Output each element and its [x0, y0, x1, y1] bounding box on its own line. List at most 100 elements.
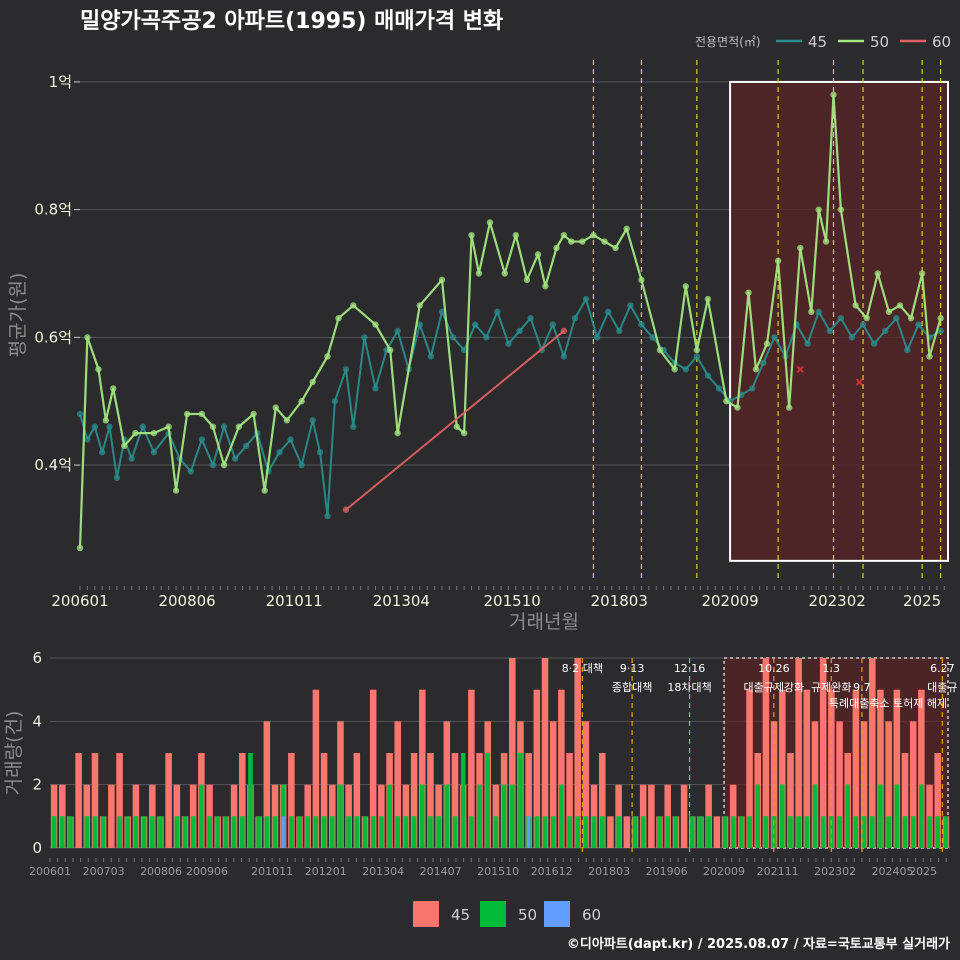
policy-annotation-date: 6.27 [930, 662, 955, 675]
data-point-50 [542, 283, 549, 290]
bar-50 [149, 816, 155, 848]
x-tick-label: 202009 [701, 592, 758, 610]
bar-x-tick-label: 201906 [646, 865, 688, 878]
bar-50 [632, 816, 638, 848]
data-point-50 [534, 251, 542, 258]
x-tick-label: 200806 [158, 592, 215, 610]
data-point-45 [91, 423, 98, 430]
data-point-50 [874, 270, 882, 277]
bar-50 [575, 816, 581, 848]
chart-stage: 밀양가곡주공2 아파트(1995) 매매가격 변화 0.4억 0.6억 0.8억 1억… [0, 0, 960, 960]
bar-50 [542, 816, 548, 848]
data-point-45 [826, 327, 834, 335]
data-point-50 [350, 302, 357, 309]
data-point-45 [527, 314, 534, 322]
bar-50 [403, 816, 409, 848]
bar-x-tick-label: 201612 [531, 865, 573, 878]
bar-50 [444, 784, 450, 848]
data-point-50 [822, 238, 830, 245]
bar-60 [527, 816, 531, 848]
bar-y-axis-title: 거래량(건) [3, 711, 25, 796]
data-point-45 [859, 321, 867, 328]
data-point-50 [553, 244, 560, 252]
data-point-45 [627, 302, 634, 309]
data-point-50 [797, 244, 804, 252]
data-point-45 [106, 423, 113, 430]
bar-50 [894, 784, 900, 848]
bar-50 [665, 816, 671, 848]
data-point-50 [926, 353, 933, 360]
data-point-50 [852, 302, 859, 309]
bar-x-tick-label: 200703 [83, 865, 125, 878]
price-chart-svg: 밀양가곡주공2 아파트(1995) 매매가격 변화 0.4억 0.6억 0.8억 1억… [0, 0, 960, 960]
data-point-50 [907, 314, 915, 322]
bar-x-tick-label: 201011 [251, 865, 293, 878]
bar-legend-label-45: 45 [451, 906, 470, 924]
data-point-45 [76, 410, 84, 418]
data-point-50 [671, 366, 678, 373]
data-point-50 [438, 276, 446, 284]
data-point-50 [372, 321, 379, 328]
bar-50 [706, 816, 711, 848]
bar-50 [370, 816, 376, 848]
bar-45 [680, 784, 688, 848]
bar-legend-swatch-45 [413, 901, 439, 927]
policy-annotation-name: 규제완화 [811, 681, 851, 694]
data-point-50 [250, 410, 257, 418]
bar-50 [68, 816, 73, 848]
data-point-45 [198, 436, 206, 443]
bar-50 [313, 816, 319, 848]
bar-50 [640, 816, 646, 848]
policy-annotation-date: 12·16 [674, 662, 706, 675]
bar-50 [92, 816, 98, 848]
bar-50 [935, 816, 941, 848]
data-point-50 [512, 231, 520, 239]
bar-50 [788, 816, 793, 848]
bar-50 [657, 816, 662, 848]
policy-annotation-extra: 특례대출축소 토허제 해제 [829, 696, 947, 710]
bar-x-tick-label: 202111 [757, 865, 799, 878]
x-tick-label: 201304 [373, 592, 430, 610]
bar-45 [607, 816, 614, 848]
bar-y-tick-label: 6 [32, 649, 42, 667]
bar-50 [869, 816, 875, 848]
bar-50 [599, 816, 605, 848]
data-point-45 [316, 449, 324, 456]
data-point-50 [261, 487, 268, 494]
bar-50 [812, 784, 818, 848]
bar-50 [264, 816, 270, 848]
bar-50 [100, 816, 106, 848]
bar-50 [779, 784, 785, 848]
bar-50 [158, 816, 163, 848]
bar-50 [436, 816, 441, 848]
bar-legend-swatch-50 [480, 901, 506, 927]
data-point-50 [937, 314, 944, 322]
bar-50 [689, 816, 695, 848]
data-point-50 [394, 429, 401, 437]
bar-45 [623, 816, 631, 848]
y-tick-label: 0.4억 [34, 456, 72, 474]
data-point-45 [483, 334, 490, 341]
data-point-45 [128, 455, 135, 462]
legend-label-45: 45 [808, 33, 827, 51]
data-point-50 [132, 429, 139, 437]
data-point-50 [590, 231, 597, 239]
bar-50 [469, 816, 474, 848]
bar-50 [845, 784, 851, 848]
bar-y-tick-label: 4 [32, 712, 42, 730]
data-point-45 [882, 327, 889, 335]
bar-50 [297, 816, 302, 848]
data-point-50 [110, 385, 117, 392]
policy-annotation-name: 18차대책 [667, 681, 711, 694]
bar-x-tick-label: 200601 [29, 865, 71, 878]
bar-50 [837, 816, 842, 848]
bar-50 [207, 816, 212, 848]
bar-50 [493, 816, 499, 848]
y-tick-label: 1억 [49, 73, 72, 91]
data-point-50 [523, 276, 531, 284]
data-point-45 [893, 314, 900, 322]
bar-50 [182, 816, 188, 848]
y-axis-title: 평균가(원) [7, 273, 29, 358]
bar-50 [133, 816, 139, 848]
bar-50 [84, 816, 90, 848]
